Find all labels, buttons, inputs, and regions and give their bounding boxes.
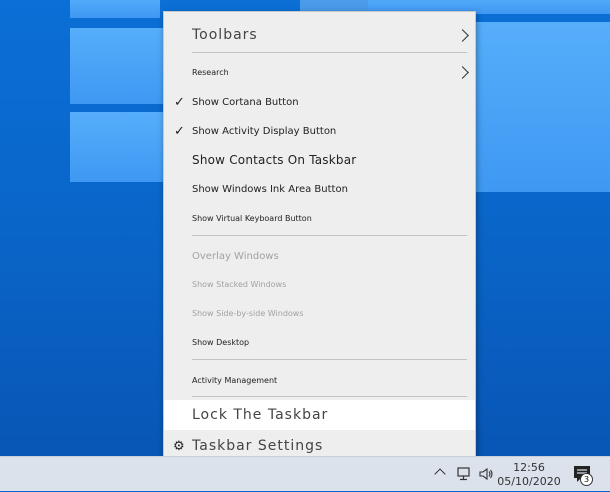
menu-item-label: Toolbars — [192, 27, 258, 43]
menu-item-label: Show Virtual Keyboard Button — [192, 213, 312, 223]
system-clock[interactable]: 12:56 05/10/2020 — [497, 457, 561, 492]
menu-item-label: Taskbar Settings — [192, 438, 324, 454]
chevron-up-icon[interactable] — [434, 468, 446, 480]
menu-item-label: Show Activity Display Button — [192, 125, 337, 137]
wallpaper-pane — [70, 0, 160, 18]
menu-item-label: Overlay Windows — [192, 250, 279, 262]
menu-item-research[interactable]: Research — [164, 62, 475, 82]
wallpaper-pane — [70, 28, 166, 104]
menu-item-lock-taskbar[interactable]: Lock The Taskbar — [164, 400, 475, 430]
menu-item-show-cortana[interactable]: ✓ Show Cortana Button — [164, 91, 475, 113]
speaker-icon[interactable] — [478, 466, 494, 482]
chevron-right-icon — [456, 28, 469, 42]
menu-item-overlay-windows: Overlay Windows — [164, 245, 475, 267]
wallpaper-pane — [70, 112, 166, 182]
menu-item-activity-management[interactable]: Activity Management — [164, 370, 475, 390]
clock-date: 05/10/2020 — [497, 474, 561, 488]
menu-item-label: Research — [192, 67, 229, 77]
menu-item-toolbars[interactable]: Toolbars — [164, 22, 475, 48]
notification-count-badge: 3 — [580, 473, 593, 486]
taskbar[interactable]: 12:56 05/10/2020 3 — [0, 456, 610, 491]
menu-item-label: Show Stacked Windows — [192, 279, 287, 289]
menu-item-side-by-side: Show Side-by-side Windows — [164, 303, 475, 323]
taskbar-context-menu: Toolbars Research ✓ Show Cortana Button … — [163, 11, 476, 463]
menu-item-label: Lock The Taskbar — [192, 407, 329, 423]
clock-time: 12:56 — [513, 460, 545, 474]
menu-item-show-keyboard[interactable]: Show Virtual Keyboard Button — [164, 208, 475, 228]
menu-item-label: Show Windows Ink Area Button — [192, 183, 348, 195]
menu-item-show-desktop[interactable]: Show Desktop — [164, 332, 475, 352]
menu-separator — [192, 235, 467, 236]
menu-item-label: Show Desktop — [192, 337, 250, 347]
network-icon[interactable] — [456, 466, 472, 482]
menu-item-label: Show Cortana Button — [192, 96, 299, 108]
menu-separator — [192, 359, 467, 360]
chevron-right-icon — [456, 65, 469, 79]
menu-separator — [192, 396, 467, 397]
menu-item-label: Activity Management — [192, 375, 278, 385]
menu-item-show-contacts[interactable]: Show Contacts On Taskbar — [164, 148, 475, 172]
checkmark-icon: ✓ — [174, 94, 185, 110]
menu-separator — [192, 52, 467, 53]
menu-item-label: Show Side-by-side Windows — [192, 308, 304, 318]
menu-item-label: Show Contacts On Taskbar — [192, 153, 357, 167]
gear-icon: ⚙ — [173, 438, 186, 454]
checkmark-icon: ✓ — [174, 123, 185, 139]
menu-item-show-activity[interactable]: ✓ Show Activity Display Button — [164, 120, 475, 142]
menu-item-show-ink[interactable]: Show Windows Ink Area Button — [164, 178, 475, 200]
menu-item-stacked-windows: Show Stacked Windows — [164, 274, 475, 294]
